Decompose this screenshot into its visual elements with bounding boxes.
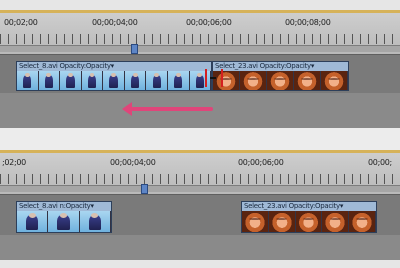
thumbnail-frame <box>242 211 269 232</box>
empty-track-area[interactable] <box>0 235 400 260</box>
time-ruler[interactable]: 00;02;00 00;00;04;00 00;00;06;00 00;00;0… <box>0 10 400 55</box>
ripple-edit-cursor-icon <box>205 69 223 87</box>
time-ruler[interactable]: ;02;00 00;00;04;00 00;00;06;00 00;00; <box>0 150 400 195</box>
thumbnail-frame <box>60 71 82 90</box>
ruler-ticks <box>0 34 400 44</box>
time-label: 00;00;04;00 <box>110 158 156 167</box>
thumbnail-frame <box>17 211 49 232</box>
panel-separator <box>0 128 400 150</box>
video-track[interactable]: Select_8.avi n:Opacity▾ Select_23.avi Op… <box>0 194 400 236</box>
thumbnail-frame <box>267 71 294 90</box>
clip-header: Select_23.avi Opacity:Opacity▾ <box>242 202 376 211</box>
clip-select-23[interactable]: Select_23.avi Opacity:Opacity▾ <box>212 61 349 91</box>
clip-header: Select_8.avi n:Opacity▾ <box>17 202 111 211</box>
time-label: 00;00;08;00 <box>285 18 331 27</box>
timeline-scrollbar[interactable] <box>0 185 400 192</box>
clip-header: Select_8.avi Opacity:Opacity▾ <box>17 62 211 71</box>
thumbnail-frame <box>295 211 323 232</box>
time-label: 00;00;06;00 <box>238 158 284 167</box>
clip-select-8[interactable]: Select_8.avi n:Opacity▾ <box>16 201 112 233</box>
clip-select-8[interactable]: Select_8.avi Opacity:Opacity▾ <box>16 61 212 91</box>
thumbnail-frame <box>79 211 111 232</box>
thumbnail-frame <box>294 71 321 90</box>
timeline-panel-before: 00;02;00 00;00;04;00 00;00;06;00 00;00;0… <box>0 10 400 128</box>
work-area-bar[interactable] <box>0 150 400 153</box>
clip-thumbnails <box>242 211 376 232</box>
thumbnail-frame <box>167 71 190 90</box>
thumbnail-frame <box>81 71 104 90</box>
thumbnail-frame <box>240 71 267 90</box>
thumbnail-frame <box>322 211 350 232</box>
time-label: 00;02;00 <box>4 18 38 27</box>
clip-header: Select_23.avi Opacity:Opacity▾ <box>213 62 348 71</box>
drag-left-arrow-icon <box>122 102 213 116</box>
timeline-scrollbar[interactable] <box>0 45 400 52</box>
thumbnail-frame <box>268 211 296 232</box>
thumbnail-frame <box>38 71 61 90</box>
time-label: 00;00;06;00 <box>186 18 232 27</box>
thumbnail-frame <box>124 71 147 90</box>
thumbnail-frame <box>349 211 376 232</box>
time-label: ;02;00 <box>2 158 26 167</box>
clip-thumbnails <box>213 71 348 90</box>
playhead-handle[interactable] <box>141 184 148 194</box>
work-area-bar[interactable] <box>0 10 400 13</box>
time-label: 00;00; <box>368 158 392 167</box>
empty-track-area[interactable] <box>0 93 400 128</box>
thumbnail-frame <box>17 71 39 90</box>
playhead-handle[interactable] <box>131 44 138 54</box>
thumbnail-frame <box>321 71 348 90</box>
time-label: 00;00;04;00 <box>92 18 138 27</box>
thumbnail-frame <box>146 71 168 90</box>
thumbnail-frame <box>48 211 80 232</box>
clip-thumbnails <box>17 71 211 90</box>
clip-select-23[interactable]: Select_23.avi Opacity:Opacity▾ <box>241 201 377 233</box>
thumbnail-frame <box>103 71 125 90</box>
clip-thumbnails <box>17 211 111 232</box>
video-track[interactable]: Select_8.avi Opacity:Opacity▾ Select_23.… <box>0 54 400 94</box>
ruler-ticks <box>0 174 400 184</box>
timeline-panel-after: ;02;00 00;00;04;00 00;00;06;00 00;00; Se… <box>0 150 400 260</box>
